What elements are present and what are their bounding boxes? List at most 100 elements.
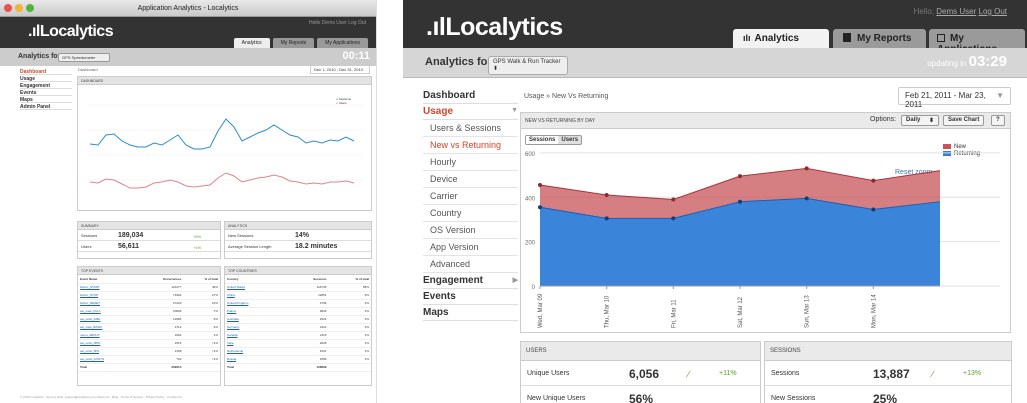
nav-usage[interactable]: Usage	[20, 75, 72, 82]
table-cell-name[interactable]: Russia	[225, 355, 287, 364]
nav-maps[interactable]: Maps	[20, 96, 72, 103]
logo[interactable]: .ılLocalytics	[426, 13, 563, 42]
minimize-icon[interactable]	[15, 4, 23, 12]
table-cell-value: 4796	[286, 299, 329, 308]
dashboard-chart-panel: DASHBOARD ● Sessions ● Users	[77, 76, 372, 211]
nav-sub-device[interactable]: Device	[423, 171, 518, 188]
table-cell-value: 116735	[286, 283, 329, 292]
new-point	[804, 166, 809, 171]
table-cell-name[interactable]: button_START	[78, 283, 137, 292]
top-countries-panel: TOP COUNTRIES Country Sessions% of total U…	[224, 266, 372, 386]
nav-sub-os-version[interactable]: OS Version	[423, 222, 518, 239]
user-link[interactable]: Dems User	[936, 7, 976, 16]
table-cell-name[interactable]: set_units_KMH	[78, 315, 137, 324]
top-countries-table: Country Sessions% of total United States 11…	[225, 275, 371, 372]
nav-usage[interactable]: Usage ▼	[423, 104, 518, 120]
table-cell-value: <1%	[183, 339, 220, 348]
users-row: New Unique Users 56%	[521, 386, 760, 403]
app-select[interactable]: GPS Speedometer	[58, 53, 110, 62]
summary-panel: SUMMARY Sessions 189,034 +5% Users 56,611 +1…	[77, 221, 221, 259]
returning-point	[871, 207, 876, 212]
unique-users-label: Unique Users	[527, 370, 570, 377]
nav-sub-new-vs-returning[interactable]: New vs Returning	[423, 137, 518, 154]
table-header-row: Event Name Occurrences% of total	[78, 275, 220, 284]
table-cell-name[interactable]: set_units_M/S	[78, 347, 137, 356]
table-cell-name[interactable]: China	[225, 291, 287, 300]
logout-link[interactable]: Log Out	[979, 7, 1007, 16]
table-cell-name[interactable]: set_view_BASIC	[78, 323, 137, 332]
table-cell-value: <1%	[183, 347, 220, 356]
table-cell-name[interactable]: Netherlands	[225, 347, 287, 356]
app-select-value: GPS Walk & Run Tracker	[493, 59, 561, 65]
table-cell-name[interactable]: Australia	[225, 315, 287, 324]
screenshot: Application Analytics - Localytics .ılLo…	[0, 0, 1027, 403]
tab-my-applications[interactable]: My Applications	[317, 38, 368, 48]
nav-maps[interactable]: Maps	[423, 305, 518, 321]
tab-analytics-label: Analytics	[754, 33, 799, 44]
date-range-picker[interactable]: Feb 21, 2011 - Mar 23, 2011 ▼	[898, 87, 1011, 109]
document-icon	[843, 33, 851, 42]
users-line	[89, 172, 355, 189]
tab-my-reports[interactable]: My Reports	[833, 29, 926, 48]
left-breadcrumb: Dashboard	[78, 67, 98, 72]
table-cell-name[interactable]: United Kingdom	[225, 299, 287, 308]
daily-select[interactable]: Daily ⬍	[901, 115, 939, 126]
nav-sub-carrier[interactable]: Carrier	[423, 188, 518, 205]
close-icon[interactable]	[4, 4, 12, 12]
nav-engagement[interactable]: Engagement	[20, 82, 72, 89]
table-cell-name[interactable]: Canada	[225, 331, 287, 340]
summary-title: SUMMARY	[78, 222, 220, 230]
table-cell-name[interactable]: button_STOP	[78, 291, 137, 300]
left-date-range[interactable]: Dec 1, 2010 - Dec 31, 2010	[310, 65, 370, 74]
app-header: .ılLocalytics Hello, Dems User Log Out ı…	[403, 0, 1027, 55]
chart-panel-header: NEW VS RETURNING BY DAY Options: Daily ⬍…	[521, 113, 1010, 129]
sessions-row: New Sessions 25%	[765, 386, 1011, 403]
nav-events[interactable]: Events	[423, 289, 518, 305]
nav-sub-country[interactable]: Country	[423, 205, 518, 222]
logo[interactable]: .ılLocalytics	[28, 23, 114, 41]
nav-dashboard[interactable]: Dashboard	[423, 88, 518, 104]
summary-value: 189,034	[118, 232, 144, 239]
analytics-row: New Sessions 14%	[225, 230, 371, 241]
table-cell-name[interactable]: menu_ABOUT	[78, 331, 137, 340]
nav-sub-users-sessions[interactable]: Users & Sessions	[423, 120, 518, 137]
options-label: Options:	[870, 116, 897, 123]
new-sessions-value: 25%	[873, 392, 898, 403]
save-chart-button[interactable]: Save Chart	[943, 115, 985, 126]
table-cell-value: 3%	[328, 299, 371, 308]
help-button[interactable]: ?	[991, 115, 1005, 126]
table-row: set_units_M/S 1368 <1%	[78, 347, 220, 356]
table-cell-value: 2%	[328, 323, 371, 332]
table-cell-name[interactable]: India	[225, 339, 287, 348]
tab-analytics[interactable]: Analytics	[233, 38, 270, 48]
nav-admin-panel[interactable]: Admin Panel	[20, 103, 72, 110]
table-cell-name[interactable]: set_units_MPH	[78, 339, 137, 348]
new-unique-users-value: 56%	[629, 392, 654, 403]
table-cell-name[interactable]: United States	[225, 283, 287, 292]
hello-text: Hello Dems User Log Out	[309, 20, 366, 26]
table-cell-name[interactable]: set_units_KNOTS	[78, 355, 137, 364]
table-cell-name[interactable]: Germany	[225, 323, 287, 332]
table-cell-name[interactable]: set_view_FULL	[78, 307, 137, 316]
zoom-icon[interactable]	[26, 4, 34, 12]
table-row: United Kingdom 4796 3%	[225, 299, 371, 308]
new-unique-users-label: New Unique Users	[527, 395, 586, 402]
nav-dashboard[interactable]: Dashboard	[20, 68, 72, 75]
tab-my-applications[interactable]: My Applications	[929, 29, 1025, 55]
tab-analytics[interactable]: ılı Analytics	[733, 29, 829, 48]
table-row: Russia 1589 1%	[225, 355, 371, 364]
table-cell-value: 2524	[286, 315, 329, 324]
nav-engagement[interactable]: Engagement ▶	[423, 273, 518, 289]
table-cell-name[interactable]: button_RESET	[78, 299, 137, 308]
analytics-value: 18.2 minutes	[295, 243, 338, 250]
nav-sub-hourly[interactable]: Hourly	[423, 154, 518, 171]
app-select[interactable]: GPS Walk & Run Tracker ⬍	[488, 56, 568, 75]
table-cell-name[interactable]: France	[225, 307, 287, 316]
table-cell-name: Total	[78, 363, 137, 372]
nav-sub-advanced[interactable]: Advanced	[423, 256, 518, 273]
nav-sub-app-version[interactable]: App Version	[423, 239, 518, 256]
column-header: Sessions	[286, 275, 329, 284]
tab-my-reports[interactable]: My Reports	[272, 38, 315, 48]
nav-events[interactable]: Events	[20, 89, 72, 96]
new-point	[671, 197, 676, 202]
